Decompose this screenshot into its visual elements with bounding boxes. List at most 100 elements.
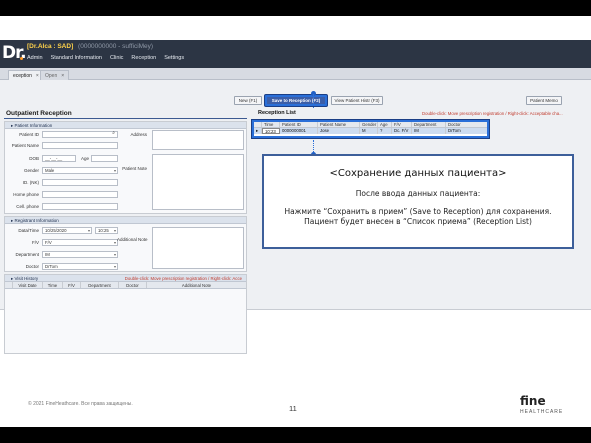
column-header[interactable]: Age: [378, 122, 392, 127]
cell-phone-field[interactable]: [42, 203, 118, 210]
cell-time: 10:23: [262, 128, 280, 134]
main-menu: Admin Standard Information Clinic Recept…: [27, 55, 184, 61]
page-number: 11: [289, 404, 297, 413]
save-to-reception-button[interactable]: Save to Reception (F2): [265, 95, 327, 106]
additional-note-label: Additional Note: [117, 237, 148, 242]
patient-info-title: Patient Information: [14, 123, 53, 128]
doctor-label: Doctor: [25, 264, 39, 269]
time-field[interactable]: 10:25: [95, 227, 118, 234]
tab-reception-label: eception: [13, 73, 32, 79]
menu-clinic[interactable]: Clinic: [110, 55, 123, 61]
datetime-label: Data/Time: [18, 228, 39, 233]
column-header: [5, 282, 13, 288]
column-header[interactable]: F/V: [63, 282, 81, 288]
column-header[interactable]: Department: [412, 122, 446, 127]
visit-history-columns: Visit Date Time F/V Department Doctor Ad…: [5, 282, 246, 289]
menu-reception[interactable]: Reception: [131, 55, 156, 61]
visit-history-title: Visit History: [14, 276, 39, 281]
brand-logo: fine: [520, 394, 546, 408]
home-phone-label: Home phone: [13, 192, 39, 197]
age-field[interactable]: [91, 155, 118, 162]
column-header[interactable]: Time: [43, 282, 63, 288]
close-icon[interactable]: ×: [36, 73, 39, 79]
tab-open[interactable]: Open ×: [40, 70, 70, 80]
patient-name-field[interactable]: [42, 142, 118, 149]
column-header[interactable]: Time: [262, 122, 280, 127]
reception-list-grid: Time Patient ID Patient Name Gender Age …: [252, 120, 489, 138]
column-header: [254, 122, 262, 127]
brand-sub: HEALTHCARE: [520, 409, 564, 415]
close-icon[interactable]: ×: [61, 73, 64, 79]
column-header[interactable]: Doctor: [446, 122, 486, 127]
patient-name-label: Patient Name: [11, 143, 39, 148]
callout-line-2: Пациент будет внесен в “Список приема” (…: [304, 217, 532, 226]
age-label: Age: [80, 156, 89, 161]
visit-history-hint: Double-click: Move prescription registra…: [124, 276, 242, 281]
visit-history-panel: ▸ Visit History Double-click: Move presc…: [4, 274, 247, 354]
patient-note-label: Patient Note: [122, 166, 147, 171]
address-field[interactable]: [152, 130, 244, 150]
patient-info-panel: ▸ Patient Information Patient ID ⌕ Patie…: [4, 121, 247, 214]
table-row[interactable]: ▸ 10:23 0000000001 Jose M ? Dc. F/V IM D…: [254, 128, 487, 134]
department-label: Department: [15, 252, 39, 257]
id-no-label: ID. (NK): [22, 180, 39, 185]
cell-phone-label: Cell. phone: [16, 204, 39, 209]
document-tabs: eception × Open ×: [0, 68, 591, 80]
system-name-label: [Dr.Alca : SAD]: [27, 43, 74, 50]
date-field[interactable]: 10/25/2020: [42, 227, 92, 234]
column-header[interactable]: Patient ID: [280, 122, 318, 127]
callout-title: <Сохранение данных пациента>: [329, 168, 507, 179]
tab-reception[interactable]: eception ×: [8, 70, 44, 80]
menu-admin[interactable]: Admin: [27, 55, 43, 61]
gender-label: Gender: [23, 168, 39, 173]
registrant-info-title: Registrant Information: [14, 218, 59, 223]
instruction-callout: <Сохранение данных пациента> После ввода…: [262, 154, 574, 249]
column-header[interactable]: Patient Name: [318, 122, 360, 127]
dob-label: DOB: [29, 156, 39, 161]
app-topbar: Dr. [Dr.Alca : SAD] (0000000000 - suffic…: [0, 40, 591, 68]
column-header[interactable]: F/V: [392, 122, 412, 127]
cell-patient-name: Jose: [318, 128, 360, 134]
menu-settings[interactable]: Settings: [164, 55, 184, 61]
additional-note-field[interactable]: [152, 227, 244, 269]
fv-select[interactable]: F/V: [42, 239, 118, 246]
cell-department: IM: [412, 128, 446, 134]
patient-note-field[interactable]: [152, 154, 244, 210]
department-select[interactable]: IM: [42, 251, 118, 258]
view-patient-history-button[interactable]: View Patient Histr (F3): [331, 96, 383, 105]
app-logo: Dr.: [2, 43, 27, 63]
section-title: Outpatient Reception: [6, 110, 72, 117]
cell-gender: M: [360, 128, 378, 134]
id-no-field[interactable]: [42, 179, 118, 186]
cell-doctor: DrTom: [448, 128, 461, 133]
slide: Dr. [Dr.Alca : SAD] (0000000000 - suffic…: [0, 16, 591, 427]
callout-subtitle: После ввода данных пациента:: [355, 189, 481, 198]
patient-id-field[interactable]: ⌕: [42, 131, 118, 138]
column-header[interactable]: Visit Date: [13, 282, 43, 288]
row-indicator: ▸: [254, 128, 262, 134]
new-button[interactable]: New (F1): [234, 96, 262, 105]
callout-body: Нажмите “Сохранить в прием” (Save to Rec…: [264, 207, 572, 227]
reception-list-hint: Double-click: Move prescription registra…: [422, 111, 563, 116]
registrant-info-panel: ▸ Registrant Information Data/Time 10/25…: [4, 216, 247, 272]
gender-select[interactable]: Male: [42, 167, 118, 174]
column-header[interactable]: Additional Note: [147, 282, 246, 288]
doctor-select[interactable]: DrTom: [42, 263, 118, 270]
home-phone-field[interactable]: [42, 191, 118, 198]
column-header[interactable]: Gender: [360, 122, 378, 127]
cell-age: ?: [378, 128, 392, 134]
footer-copyright: © 2021 FineHeathcare. Все права защищены…: [28, 401, 133, 407]
system-name-sub: (0000000000 - sufficiMey): [78, 43, 154, 50]
column-header[interactable]: Department: [81, 282, 119, 288]
menu-standard-information[interactable]: Standard Information: [51, 55, 102, 61]
reception-list-title: Reception List: [258, 110, 296, 116]
registrant-info-header: ▸ Registrant Information: [5, 217, 246, 224]
address-label: Address: [130, 132, 147, 137]
cell-fv: Dc. F/V: [392, 128, 412, 134]
column-header[interactable]: Doctor: [119, 282, 147, 288]
callout-line-1: Нажмите “Сохранить в прием” (Save to Rec…: [284, 207, 552, 216]
visit-history-header: ▸ Visit History Double-click: Move presc…: [5, 275, 246, 282]
patient-memo-button[interactable]: Patient Memo: [526, 96, 562, 105]
fv-label: F/V: [31, 240, 39, 245]
tab-open-label: Open: [45, 73, 58, 79]
